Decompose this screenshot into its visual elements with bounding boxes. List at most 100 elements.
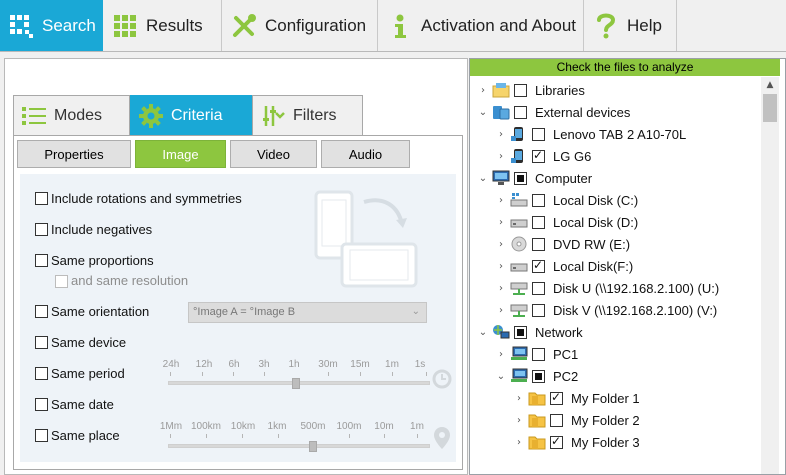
video-button[interactable]: Video — [230, 140, 317, 168]
tree-row[interactable]: › DVD RW (E:) — [476, 233, 760, 255]
audio-button[interactable]: Audio — [321, 140, 410, 168]
expand-arrow-icon[interactable]: › — [512, 415, 526, 426]
tree-checkbox[interactable] — [532, 237, 545, 251]
image-button[interactable]: Image — [135, 140, 226, 168]
tree-row[interactable]: › LG G6 — [476, 145, 760, 167]
tab-search[interactable]: Search — [0, 0, 103, 51]
tree-row[interactable]: › My Folder 2 — [476, 409, 760, 431]
tab-activation-about[interactable]: Activation and About — [379, 0, 584, 51]
same-period-checkbox[interactable] — [35, 367, 48, 380]
tree-checkbox[interactable] — [514, 83, 527, 97]
place-slider[interactable] — [168, 434, 430, 440]
scrollbar-thumb[interactable] — [763, 94, 777, 122]
tree-row[interactable]: › Local Disk (C:) — [476, 189, 760, 211]
expand-arrow-icon[interactable]: › — [494, 151, 508, 162]
subtab-criteria[interactable]: Criteria — [130, 95, 252, 135]
same-orientation-checkbox[interactable] — [35, 305, 48, 318]
mobile-device-icon — [510, 148, 528, 164]
disk-icon — [510, 214, 528, 230]
place-tick: 10m — [374, 421, 394, 432]
tree-row[interactable]: › My Folder 3 — [476, 431, 760, 453]
tree-checkbox[interactable] — [532, 215, 545, 229]
expand-arrow-icon[interactable]: › — [476, 85, 490, 96]
tree-checkbox[interactable] — [532, 258, 545, 273]
same-date-checkbox[interactable] — [35, 398, 48, 411]
expand-arrow-icon[interactable]: › — [494, 129, 508, 140]
tree-row-label: Disk U (\\192.168.2.100) (U:) — [553, 280, 720, 296]
same-place-checkbox[interactable] — [35, 429, 48, 442]
scroll-up-icon[interactable]: ▲ — [761, 77, 779, 93]
tree-row[interactable]: › Libraries — [476, 79, 760, 101]
collapse-arrow-icon[interactable]: ⌄ — [494, 371, 508, 382]
tree-checkbox[interactable] — [532, 369, 545, 383]
same-proportions-label: Same proportions — [51, 253, 154, 268]
same-device-checkbox[interactable] — [35, 336, 48, 349]
tree-checkbox[interactable] — [532, 303, 545, 317]
same-proportions-checkbox[interactable] — [35, 254, 48, 267]
tree-row[interactable]: › Lenovo TAB 2 A10-70L — [476, 123, 760, 145]
subtab-filters[interactable]: Filters — [252, 95, 363, 135]
expand-arrow-icon[interactable]: › — [494, 195, 508, 206]
properties-button[interactable]: Properties — [17, 140, 131, 168]
expand-arrow-icon[interactable]: › — [494, 239, 508, 250]
expand-arrow-icon[interactable]: › — [494, 283, 508, 294]
collapse-arrow-icon[interactable]: ⌄ — [476, 327, 490, 338]
place-tick: 1Mm — [159, 421, 183, 432]
tree-checkbox[interactable] — [532, 148, 545, 163]
tree-row[interactable]: › Disk U (\\192.168.2.100) (U:) — [476, 277, 760, 299]
same-resolution-checkbox[interactable] — [55, 275, 68, 288]
tree-row[interactable]: › PC1 — [476, 343, 760, 365]
tree-row[interactable]: ⌄ Computer — [476, 167, 760, 189]
negatives-checkbox[interactable] — [35, 223, 48, 236]
period-slider-thumb[interactable] — [292, 378, 300, 389]
place-tick: 1m — [410, 421, 424, 432]
tab-help[interactable]: Help — [585, 0, 677, 51]
tree-checkbox[interactable] — [532, 193, 545, 207]
tree-checkbox[interactable] — [532, 347, 545, 361]
tree-row[interactable]: › Local Disk (D:) — [476, 211, 760, 233]
expand-arrow-icon[interactable]: › — [512, 393, 526, 404]
tree-row[interactable]: › Local Disk(F:) — [476, 255, 760, 277]
location-pin-icon — [433, 426, 451, 453]
gear-icon — [139, 103, 163, 128]
tree-checkbox[interactable] — [514, 325, 527, 339]
collapse-arrow-icon[interactable]: ⌄ — [476, 173, 490, 184]
tree-checkbox[interactable] — [532, 127, 545, 141]
subtab-modes[interactable]: Modes — [13, 95, 130, 135]
tree-scrollbar[interactable]: ▲ — [761, 77, 779, 474]
tree-checkbox[interactable] — [514, 105, 527, 119]
tree-checkbox[interactable] — [532, 281, 545, 295]
tab-configuration-label: Configuration — [265, 15, 367, 35]
tree-row-label: LG G6 — [553, 148, 592, 164]
tab-results[interactable]: Results — [104, 0, 222, 51]
expand-arrow-icon[interactable]: › — [494, 349, 508, 360]
tree-checkbox[interactable] — [550, 434, 563, 449]
tree-row[interactable]: ⌄ PC2 — [476, 365, 760, 387]
file-tree-header: Check the files to analyze — [470, 59, 780, 76]
tree-row[interactable]: › My Folder 1 — [476, 387, 760, 409]
orientation-select[interactable]: °Image A = °Image B ⌄ — [188, 302, 427, 323]
expand-arrow-icon[interactable]: › — [494, 217, 508, 228]
negatives-label: Include negatives — [51, 222, 153, 237]
file-tree: › Libraries ⌄ External devices › Lenovo TAB 2… — [476, 79, 760, 453]
tree-row[interactable]: ⌄ External devices — [476, 101, 760, 123]
tree-row[interactable]: › Disk V (\\192.168.2.100) (V:) — [476, 299, 760, 321]
tab-configuration[interactable]: Configuration — [223, 0, 378, 51]
same-date-label: Same date — [51, 397, 114, 412]
tab-activation-label: Activation and About — [421, 15, 577, 35]
place-tick: 10km — [230, 421, 256, 432]
tree-checkbox[interactable] — [514, 171, 527, 185]
tree-row-label: My Folder 3 — [571, 434, 640, 450]
collapse-arrow-icon[interactable]: ⌄ — [476, 107, 490, 118]
rotations-checkbox[interactable] — [35, 192, 48, 205]
tree-checkbox[interactable] — [550, 413, 563, 427]
slider-tick — [426, 372, 427, 376]
place-slider-thumb[interactable] — [309, 441, 317, 452]
tree-row[interactable]: ⌄ Network — [476, 321, 760, 343]
subtab-criteria-label: Criteria — [171, 106, 223, 124]
expand-arrow-icon[interactable]: › — [512, 437, 526, 448]
expand-arrow-icon[interactable]: › — [494, 261, 508, 272]
tree-checkbox[interactable] — [550, 390, 563, 405]
period-tick: 1h — [288, 359, 300, 370]
expand-arrow-icon[interactable]: › — [494, 305, 508, 316]
